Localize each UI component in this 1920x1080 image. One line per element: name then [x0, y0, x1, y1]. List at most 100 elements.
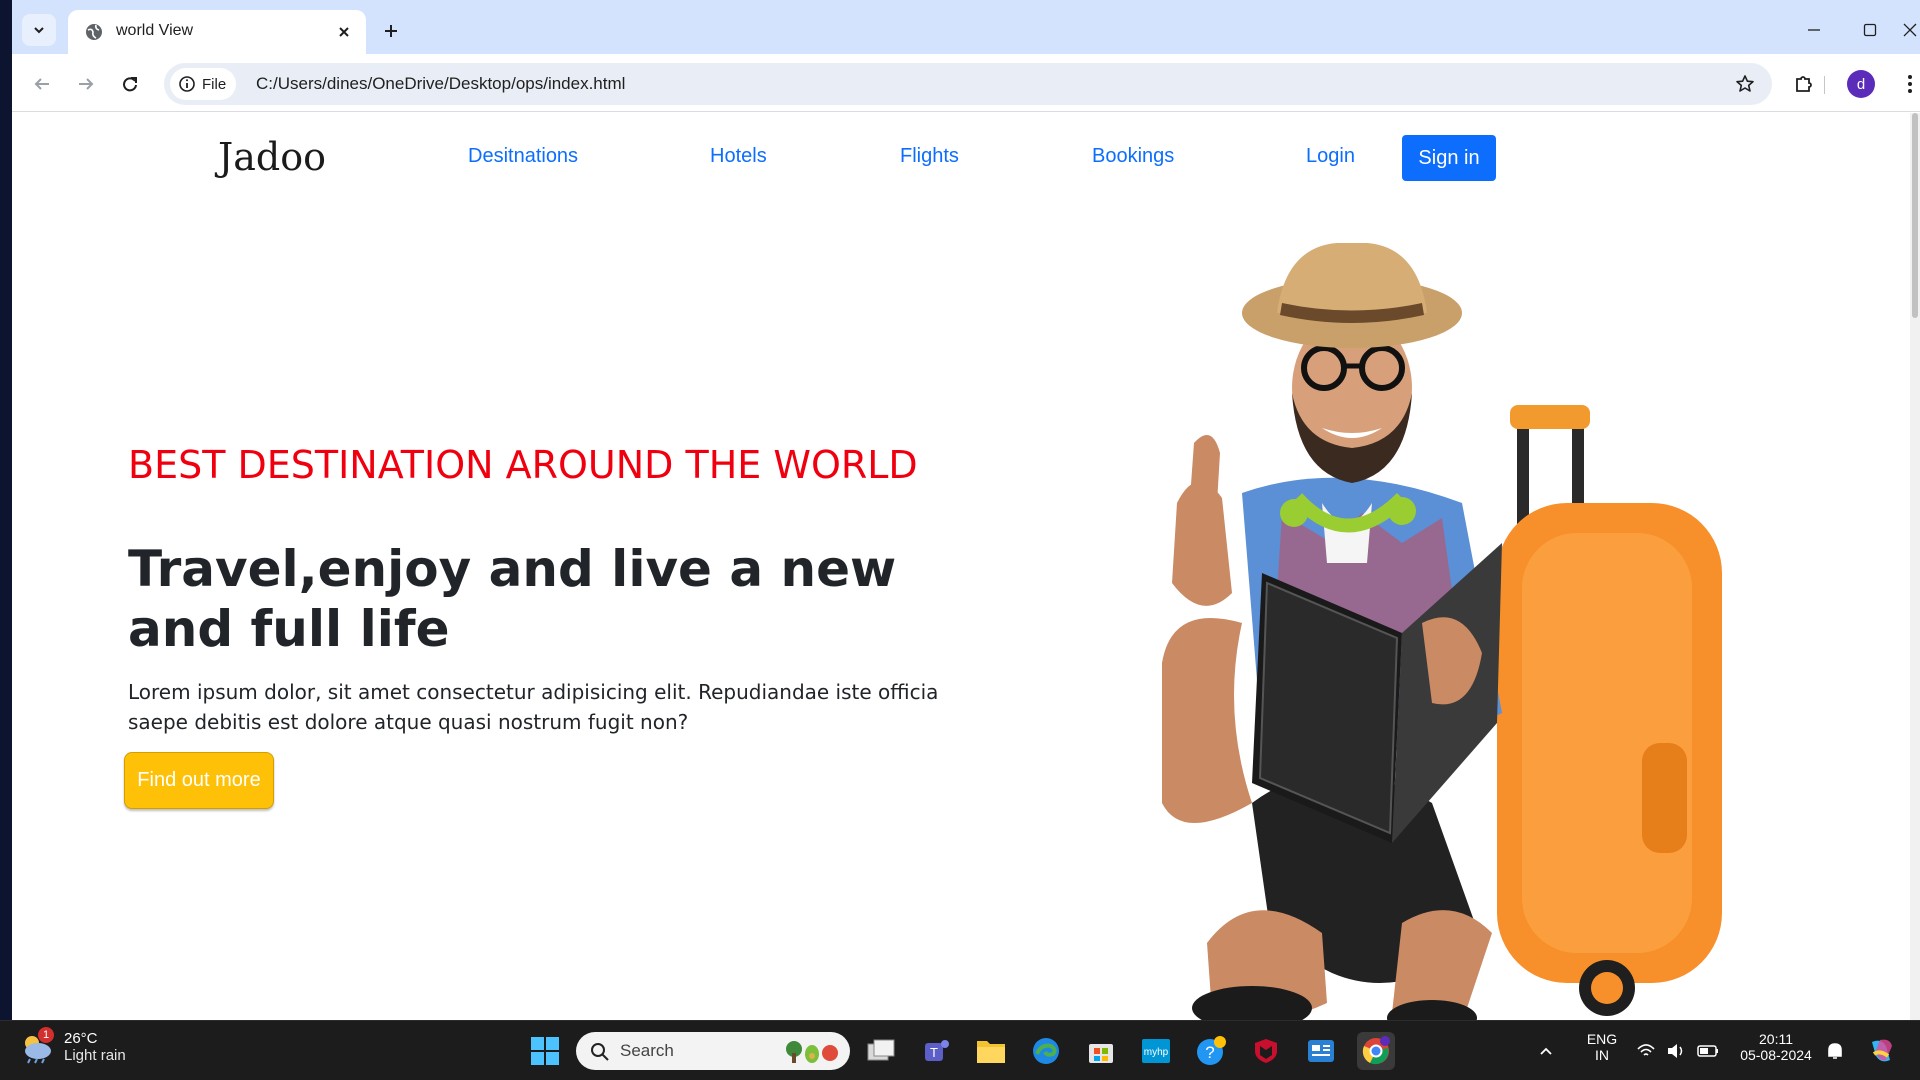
language-indicator[interactable]: ENG IN	[1584, 1031, 1620, 1063]
hero-eyebrow: BEST DESTINATION AROUND THE WORLD	[128, 443, 918, 487]
minimize-button[interactable]	[1794, 12, 1834, 48]
svg-text:T: T	[930, 1045, 938, 1060]
close-icon	[1903, 23, 1917, 37]
browser-menu-button[interactable]	[1900, 68, 1920, 100]
globe-icon	[86, 24, 102, 40]
start-button[interactable]	[526, 1032, 564, 1070]
url-text[interactable]: C:/Users/dines/OneDrive/Desktop/ops/inde…	[256, 74, 625, 94]
maximize-button[interactable]	[1850, 12, 1890, 48]
news-icon	[1308, 1040, 1334, 1062]
close-icon	[339, 27, 349, 37]
region-code: IN	[1595, 1047, 1609, 1063]
tab-strip: world View	[12, 0, 1920, 54]
toolbar-divider	[1824, 76, 1825, 94]
close-window-button[interactable]	[1900, 12, 1920, 48]
tab-search-button[interactable]	[22, 14, 56, 46]
copilot-button[interactable]	[1862, 1032, 1900, 1070]
clock[interactable]: 20:11 05-08-2024	[1736, 1031, 1816, 1063]
folder-icon	[977, 1041, 1005, 1063]
weather-temp: 26°C	[64, 1030, 98, 1047]
info-icon	[179, 76, 195, 92]
system-tray-quick-settings[interactable]	[1636, 1032, 1726, 1070]
maximize-icon	[1863, 23, 1877, 37]
search-highlight-icon	[786, 1041, 838, 1063]
notifications-button[interactable]	[1822, 1032, 1848, 1070]
close-tab-button[interactable]	[332, 20, 356, 44]
extensions-button[interactable]	[1788, 68, 1820, 100]
page-viewport: Jadoo Desitnations Hotels Flights Bookin…	[12, 113, 1920, 1020]
chrome-icon	[1362, 1036, 1390, 1065]
browser-tab[interactable]: world View	[68, 10, 366, 54]
file-explorer-button[interactable]	[972, 1032, 1010, 1070]
wifi-volume-battery-icon	[1637, 1044, 1718, 1058]
chrome-button[interactable]	[1357, 1032, 1395, 1070]
nav-link-destinations[interactable]: Desitnations	[468, 145, 578, 168]
myhp-icon: myhp	[1142, 1039, 1170, 1063]
forward-button[interactable]	[70, 68, 102, 100]
back-button[interactable]	[26, 68, 58, 100]
browser-window: world View File C:/Users/dines/OneDrive/…	[12, 0, 1920, 1020]
arrow-right-icon	[79, 78, 94, 90]
search-icon	[591, 1043, 609, 1061]
scrollbar-thumb[interactable]	[1912, 113, 1918, 318]
kebab-menu-icon	[1908, 75, 1912, 93]
search-placeholder: Search	[620, 1041, 674, 1060]
clock-date: 05-08-2024	[1740, 1047, 1812, 1063]
brand-logo[interactable]: Jadoo	[218, 135, 326, 179]
chevron-up-icon	[1540, 1047, 1552, 1055]
copilot-icon	[1872, 1039, 1892, 1062]
weather-icon-wrap: 1	[18, 1027, 54, 1065]
page-scrollbar[interactable]	[1910, 113, 1920, 1020]
puzzle-icon	[1796, 76, 1812, 92]
weather-widget[interactable]: 1 26°C Light rain	[18, 1027, 126, 1065]
myhp-button[interactable]: myhp	[1137, 1032, 1175, 1070]
show-hidden-icons-button[interactable]	[1534, 1032, 1558, 1070]
clock-time: 20:11	[1759, 1031, 1793, 1047]
teams-button[interactable]: T	[917, 1032, 955, 1070]
star-icon	[1736, 75, 1754, 92]
minimize-icon	[1808, 29, 1820, 31]
task-view-button[interactable]	[862, 1032, 900, 1070]
svg-text:?: ?	[1205, 1043, 1214, 1062]
hero-traveler-image	[1162, 243, 1722, 1020]
new-tab-button[interactable]	[376, 16, 406, 46]
arrow-left-icon	[34, 78, 49, 90]
plus-icon	[385, 25, 397, 37]
task-view-icon	[867, 1039, 895, 1061]
nav-link-hotels[interactable]: Hotels	[710, 145, 767, 168]
weather-badge: 1	[38, 1027, 54, 1043]
profile-avatar[interactable]: d	[1847, 70, 1875, 98]
os-taskbar: 1 26°C Light rain Search T myhp ? ENG IN…	[0, 1020, 1920, 1080]
nav-link-login[interactable]: Login	[1306, 145, 1355, 168]
weather-text: 26°C Light rain	[64, 1030, 126, 1064]
edge-button[interactable]	[1027, 1032, 1065, 1070]
nav-link-bookings[interactable]: Bookings	[1092, 145, 1174, 168]
news-app-button[interactable]	[1302, 1032, 1340, 1070]
browser-toolbar: File C:/Users/dines/OneDrive/Desktop/ops…	[12, 54, 1920, 112]
mcafee-button[interactable]	[1247, 1032, 1285, 1070]
hero-description: Lorem ipsum dolor, sit amet consectetur …	[128, 680, 939, 734]
address-bar[interactable]: File C:/Users/dines/OneDrive/Desktop/ops…	[164, 63, 1772, 105]
site-info-label: File	[202, 75, 227, 93]
weather-desc: Light rain	[64, 1047, 126, 1064]
tab-title: world View	[116, 22, 194, 39]
store-button[interactable]	[1082, 1032, 1120, 1070]
nav-link-flights[interactable]: Flights	[900, 145, 959, 168]
taskbar-search[interactable]: Search	[576, 1032, 850, 1070]
store-icon	[1089, 1044, 1113, 1063]
find-out-more-button[interactable]: Find out more	[124, 752, 274, 809]
teams-icon: T	[925, 1040, 949, 1061]
reload-button[interactable]	[114, 68, 146, 100]
site-info-chip[interactable]: File	[170, 68, 236, 100]
language-code: ENG	[1586, 1031, 1618, 1047]
hero-headline: Travel,enjoy and live a new and full lif…	[128, 540, 897, 658]
sign-in-button[interactable]: Sign in	[1402, 135, 1496, 181]
bookmark-button[interactable]	[1732, 71, 1758, 97]
shield-icon	[1255, 1039, 1277, 1063]
reload-icon	[123, 77, 137, 92]
svg-text:myhp: myhp	[1144, 1047, 1169, 1058]
windows-logo-icon	[531, 1037, 559, 1065]
chevron-down-icon	[34, 27, 44, 34]
bell-icon	[1828, 1043, 1842, 1059]
help-button[interactable]: ?	[1192, 1032, 1230, 1070]
